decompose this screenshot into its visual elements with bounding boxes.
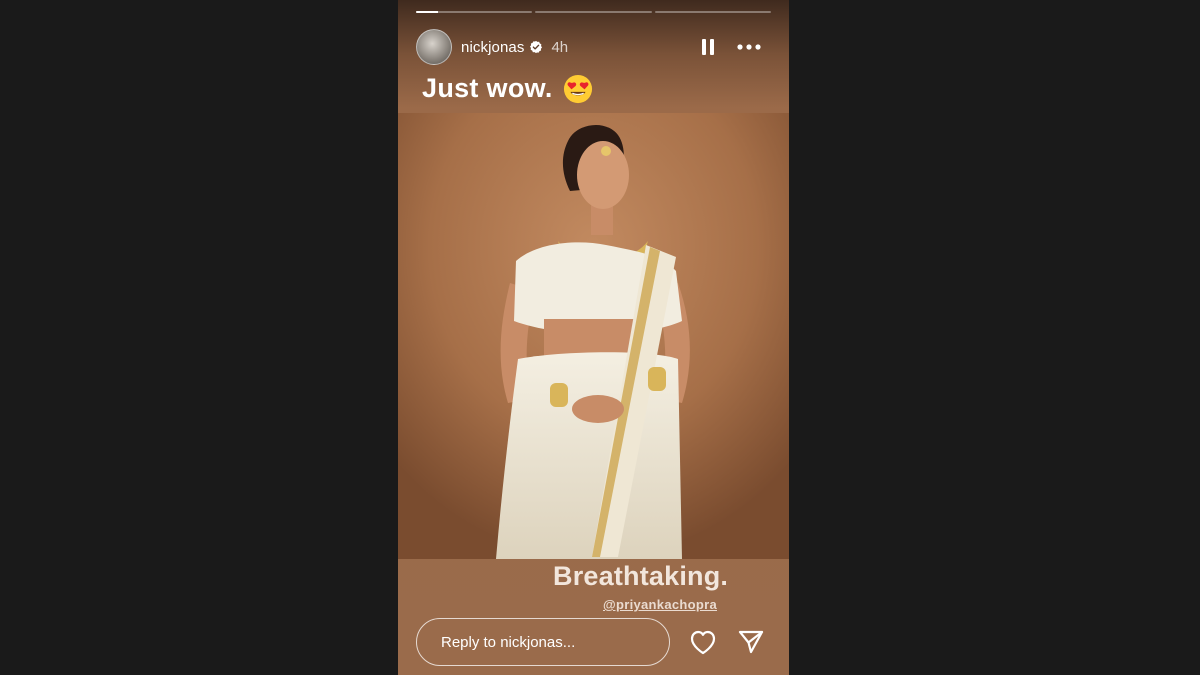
story-header: nickjonas 4h — [416, 28, 771, 66]
reply-bar: Reply to nickjonas... — [416, 616, 771, 668]
progress-segment — [535, 11, 652, 13]
story-progress-bar — [416, 11, 771, 13]
verified-badge-icon — [530, 40, 543, 54]
heart-eyes-emoji-icon — [563, 74, 592, 103]
story-controls — [701, 38, 761, 56]
reply-input[interactable]: Reply to nickjonas... — [416, 618, 670, 666]
progress-fill — [416, 11, 439, 13]
more-icon[interactable] — [737, 44, 761, 50]
pause-icon[interactable] — [701, 38, 715, 56]
progress-segment — [416, 11, 533, 13]
username[interactable]: nickjonas — [461, 39, 524, 56]
caption-text: Just wow. — [422, 73, 553, 103]
heart-icon[interactable] — [689, 629, 717, 655]
post-time: 4h — [551, 38, 569, 56]
story-viewer: nickjonas 4h Just wow. Breathtaking. @pr… — [398, 0, 789, 675]
mention-tag[interactable]: @priyankachopra — [603, 597, 717, 612]
avatar[interactable] — [416, 29, 452, 65]
overlay-text: Breathtaking. — [553, 561, 729, 591]
progress-segment — [654, 11, 771, 13]
send-icon[interactable] — [737, 628, 765, 656]
story-caption: Just wow. — [422, 73, 593, 104]
woman-in-white-saree-photo — [398, 113, 789, 559]
story-actions — [689, 628, 765, 656]
